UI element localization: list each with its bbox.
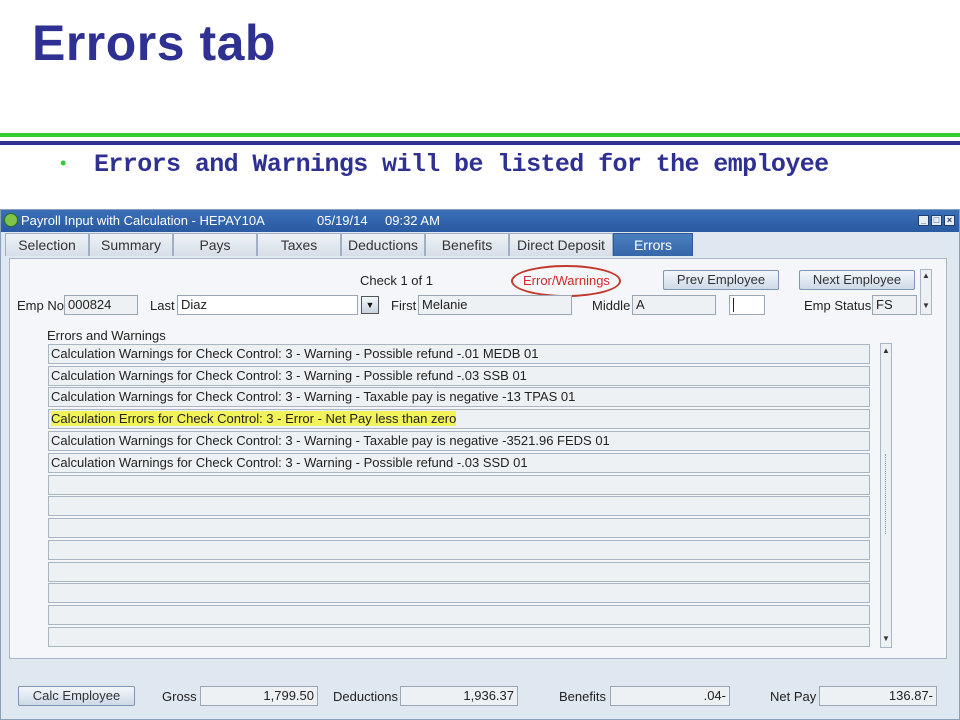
benefits-label: Benefits: [559, 689, 606, 704]
error-row-empty[interactable]: [48, 562, 870, 582]
close-icon[interactable]: ×: [944, 215, 955, 226]
deductions-label: Deductions: [333, 689, 399, 704]
blue-divider: [0, 141, 960, 145]
next-employee-button[interactable]: Next Employee: [799, 270, 915, 290]
header-scrollbar[interactable]: ▲ ▼: [920, 269, 932, 315]
tab-deductions[interactable]: Deductions: [341, 233, 425, 256]
error-row[interactable]: Calculation Warnings for Check Control: …: [48, 431, 870, 451]
maximize-icon[interactable]: □: [931, 215, 942, 226]
error-row-empty[interactable]: [48, 583, 870, 603]
error-row[interactable]: Calculation Warnings for Check Control: …: [48, 453, 870, 473]
slide-title: Errors tab: [32, 15, 276, 71]
error-row-empty[interactable]: [48, 540, 870, 560]
error-row-empty[interactable]: [48, 627, 870, 647]
gross-label: Gross: [162, 689, 197, 704]
errors-section-label: Errors and Warnings: [47, 328, 166, 343]
benefits-field[interactable]: .04-: [610, 686, 730, 706]
tab-direct-deposit[interactable]: Direct Deposit: [509, 233, 613, 256]
tab-selection[interactable]: Selection: [5, 233, 89, 256]
error-row[interactable]: Calculation Warnings for Check Control: …: [48, 344, 870, 364]
last-name-field[interactable]: Diaz: [177, 295, 358, 315]
error-row-highlighted[interactable]: Calculation Errors for Check Control: 3 …: [48, 409, 870, 429]
emp-status-label: Emp Status: [804, 298, 872, 313]
scroll-up-icon[interactable]: ▲: [881, 346, 891, 355]
middle-label: Middle: [592, 298, 631, 313]
tab-summary[interactable]: Summary: [89, 233, 173, 256]
emp-no-field[interactable]: 000824: [64, 295, 138, 315]
tab-benefits[interactable]: Benefits: [425, 233, 509, 256]
scroll-grip[interactable]: [885, 454, 888, 534]
error-row[interactable]: Calculation Warnings for Check Control: …: [48, 387, 870, 407]
prev-employee-button[interactable]: Prev Employee: [663, 270, 779, 290]
dropdown-arrow-icon[interactable]: ▼: [361, 296, 379, 314]
net-pay-field[interactable]: 136.87-: [819, 686, 937, 706]
deductions-field[interactable]: 1,936.37: [400, 686, 518, 706]
suffix-field[interactable]: [729, 295, 765, 315]
last-name-label: Last: [150, 298, 175, 313]
highlighted-error-text: Calculation Errors for Check Control: 3 …: [51, 411, 457, 426]
scroll-up-icon[interactable]: ▲: [921, 271, 931, 280]
error-row-empty[interactable]: [48, 518, 870, 538]
window-title: Payroll Input with Calculation - HEPAY10…: [21, 213, 265, 228]
minimize-icon[interactable]: _: [918, 215, 929, 226]
window-date: 05/19/14: [317, 213, 368, 228]
tab-pays[interactable]: Pays: [173, 233, 257, 256]
error-row-empty[interactable]: [48, 496, 870, 516]
error-warnings-link[interactable]: Error/Warnings: [523, 273, 610, 288]
first-name-label: First: [391, 298, 417, 313]
first-name-field[interactable]: Melanie: [418, 295, 572, 315]
tab-taxes[interactable]: Taxes: [257, 233, 341, 256]
window-time: 09:32 AM: [385, 213, 440, 228]
gross-field[interactable]: 1,799.50: [200, 686, 318, 706]
bullet-text: Errors and Warnings will be listed for t…: [94, 150, 829, 179]
tab-errors[interactable]: Errors: [613, 233, 693, 256]
error-row[interactable]: Calculation Warnings for Check Control: …: [48, 366, 870, 386]
error-row-empty[interactable]: [48, 605, 870, 625]
errors-scrollbar[interactable]: ▲ ▼: [880, 343, 892, 648]
emp-status-field[interactable]: FS: [872, 295, 917, 315]
scroll-down-icon[interactable]: ▼: [881, 634, 891, 643]
middle-field[interactable]: A: [632, 295, 716, 315]
net-pay-label: Net Pay: [770, 689, 817, 704]
bullet-dot: •: [60, 153, 67, 173]
window-titlebar: Payroll Input with Calculation - HEPAY10…: [1, 210, 959, 232]
scroll-down-icon[interactable]: ▼: [921, 301, 931, 310]
calc-employee-button[interactable]: Calc Employee: [18, 686, 135, 706]
check-counter: Check 1 of 1: [360, 273, 433, 288]
emp-no-label: Emp No: [17, 298, 64, 313]
app-icon: [4, 213, 18, 227]
green-divider: [0, 133, 960, 137]
error-row-empty[interactable]: [48, 475, 870, 495]
